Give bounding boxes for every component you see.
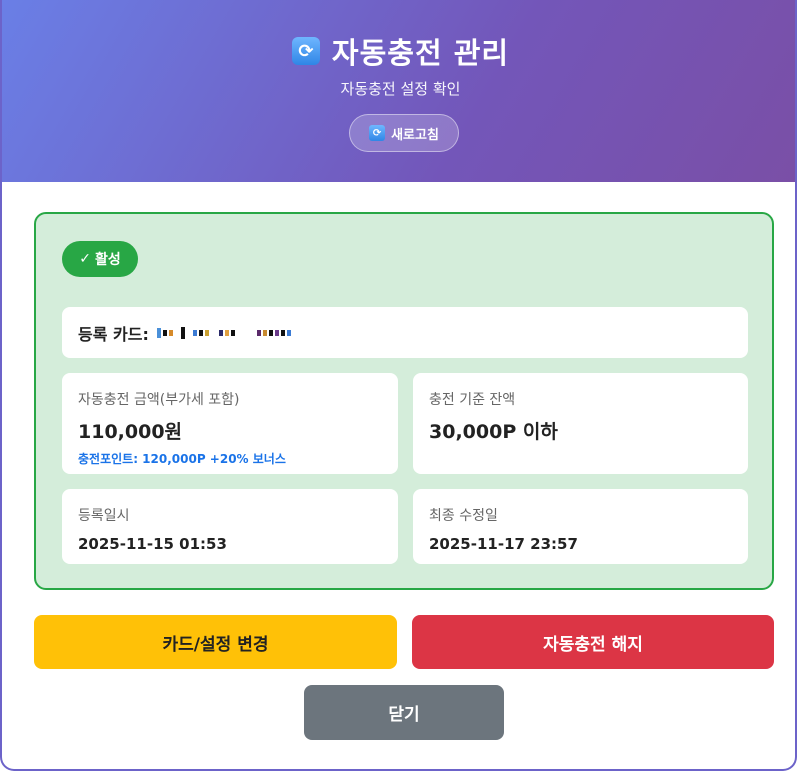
threshold-label: 충전 기준 잔액: [429, 392, 516, 408]
registered-value: 2025-11-15 01:53: [78, 535, 227, 553]
amount-box: 자동충전 금액(부가세 포함) 110,000원 충전포인트: 120,000P…: [62, 373, 398, 474]
threshold-box: 충전 기준 잔액 30,000P 이하: [413, 373, 748, 474]
change-card-settings-button[interactable]: 카드/설정 변경: [34, 615, 397, 669]
status-badge-label: 활성: [94, 252, 121, 268]
masked-card-number: [156, 326, 291, 340]
page-title: 자동충전 관리: [331, 36, 510, 70]
title-row: ⟳ 자동충전 관리: [2, 30, 795, 72]
modified-date-box: 최종 수정일 2025-11-17 23:57: [413, 489, 748, 564]
autocharge-dialog: ⟳ 자동충전 관리 자동충전 설정 확인 ⟳ 새로고침 ✓ 활성 등록 카드:: [0, 0, 797, 771]
registered-label: 등록일시: [78, 508, 130, 524]
card-label: 등록 카드:: [78, 324, 149, 344]
amount-note: 충전포인트: 120,000P +20% 보너스: [78, 452, 286, 466]
refresh-icon: ⟳: [291, 37, 320, 65]
refresh-icon: ⟳: [369, 125, 386, 141]
page-subtitle: 자동충전 설정 확인: [340, 80, 461, 98]
check-icon: ✓: [79, 251, 91, 267]
refresh-button-label: 새로고침: [391, 127, 439, 143]
status-panel: ✓ 활성 등록 카드: 자동충전 금액(부가세 포함) 110,000원 충전포…: [34, 212, 774, 590]
threshold-value: 30,000P 이하: [429, 421, 558, 443]
modified-label: 최종 수정일: [429, 508, 498, 524]
cancel-autocharge-button[interactable]: 자동충전 해지: [412, 615, 774, 669]
registered-date-box: 등록일시 2025-11-15 01:53: [62, 489, 398, 564]
amount-label: 자동충전 금액(부가세 포함): [78, 392, 240, 408]
refresh-button[interactable]: ⟳ 새로고침: [349, 114, 459, 152]
close-button[interactable]: 닫기: [304, 685, 504, 740]
dialog-header: ⟳ 자동충전 관리 자동충전 설정 확인 ⟳ 새로고침: [2, 0, 795, 182]
amount-value: 110,000원: [78, 421, 183, 443]
modified-value: 2025-11-17 23:57: [429, 535, 578, 553]
registered-card-row: 등록 카드:: [62, 307, 748, 358]
status-badge: ✓ 활성: [62, 241, 138, 277]
